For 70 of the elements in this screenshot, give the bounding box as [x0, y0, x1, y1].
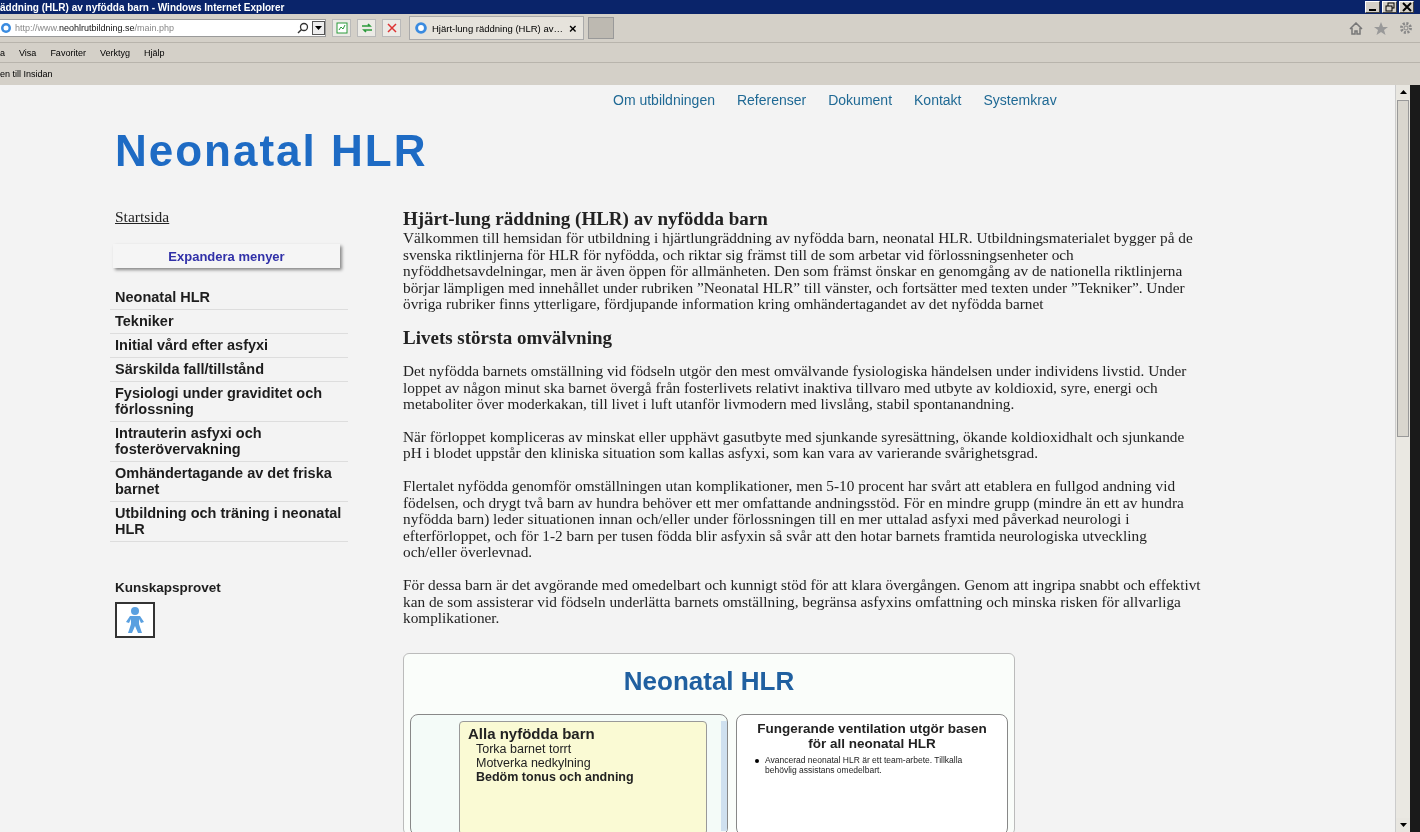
close-icon — [1401, 2, 1412, 12]
address-field[interactable]: http://www.neohlrutbildning.se/main.php — [0, 19, 326, 37]
stop-button[interactable] — [382, 19, 401, 37]
restore-icon — [1384, 2, 1395, 12]
section-heading: Livets största omvälvning — [403, 326, 613, 349]
minimize-icon — [1369, 9, 1376, 11]
section-heading: Hjärt-lung räddning (HLR) av nyfödda barn — [403, 208, 769, 230]
browser-logo-icon — [414, 21, 428, 35]
menu-item[interactable]: a — [0, 47, 12, 58]
menu-item[interactable]: Verktyg — [99, 47, 137, 58]
nav-link[interactable]: Referenser — [736, 92, 807, 114]
close-button[interactable] — [1399, 1, 1414, 13]
caret-down-icon — [1399, 823, 1407, 827]
dropdown-button[interactable] — [312, 21, 325, 35]
sidebar-menu-item[interactable]: Initial vård efter asfyxi — [110, 334, 348, 358]
sidebar-menu-item[interactable]: Intrauterin asfyxi och fosterövervakning — [110, 422, 348, 462]
compatibility-view-button[interactable] — [332, 19, 351, 37]
home-icon[interactable] — [1349, 21, 1363, 35]
paragraph: Det nyfödda barnets omställning vid födseln utgör den mest omvälvande fysiologiska händelsen under individens livstid. Under loppet av någon minut ska barnet övergå från fosterlivets relativt inaktiva tillvaro med utbyte av koldioxid, syre, energi och metaboliter över moderkakan, till livet i luft utanför livmodern med livslång, stabil spontanandning. — [403, 362, 1188, 413]
paragraph: För dessa barn är det avgörande med omedelbart och kunnigt stöd för att klara övergången. Genom att ingripa snabbt och effektivt kan de som assisterar vid födseln underlätta barnets omställning, begränsa asfyxins omfattning och minska risken för allvarliga komplikationer. — [403, 576, 1202, 627]
paragraph: När förloppet kompliceras av minskat eller upphävt gasutbyte med sjunkande syresättning, ökande koldioxidhalt och sjunkande pH i blodet uppstår den kliniska situation som kallas asfyxi, som kan vara av varierande svårighetsgrad. — [403, 428, 1186, 462]
home-link[interactable]: Startsida — [115, 208, 170, 226]
url-text: http://www.neohlrutbildning.se/main.php — [15, 23, 176, 33]
step-line: Motverka nedkylning — [475, 755, 592, 770]
step-line: Torka barnet torrt — [475, 741, 573, 756]
restore-button[interactable] — [1382, 1, 1397, 13]
close-tab-button[interactable]: × — [566, 21, 579, 35]
sidebar-menu-item[interactable]: Utbildning och träning i neonatal HLR — [110, 502, 348, 542]
sidebar-menu-item[interactable]: Omhändertagande av det friska barnet — [110, 462, 348, 502]
star-icon[interactable] — [1374, 21, 1388, 35]
quiz-button[interactable] — [115, 602, 155, 638]
site-logo: Neonatal HLR — [114, 125, 429, 177]
scroll-thumb[interactable] — [1397, 100, 1409, 437]
sidebar-menu-item[interactable]: Särskilda fall/tillstånd — [110, 358, 348, 382]
step-heading: Alla nyfödda barn — [468, 724, 596, 742]
scrollbar[interactable] — [1395, 85, 1410, 832]
paragraph: Välkommen till hemsidan för utbildning i hjärtlungräddning av nyfödda barn, neonatal HLR. Utbildningsmaterialet bygger på de svenska riktlinjerna för HLR för nyfödda, och riktar sig främst till de som arbetar vid förlossningsenheter och nyföddhetsavdelningar, men är även öppen för allmänheten. Den som främst önskar en genomgång av de nationella riktlinjerna börjar lämpligen med innehållet under rubriken ”Neonatal HLR” till vänster, och fortsätter med texten under ”Tekniker”. Under övriga rubriker finns ytterligare, fördjupande information kring omhändertagandet av det nyfödda barnet — [403, 230, 1194, 313]
quiz-label: Kunskapsprovet — [115, 580, 221, 595]
nav-link[interactable]: Om utbildningen — [613, 92, 715, 114]
page-chart-icon — [335, 22, 348, 34]
menu-item[interactable]: Visa — [19, 47, 44, 58]
nav-link[interactable]: Dokument — [828, 92, 893, 114]
caret-up-icon — [1399, 90, 1407, 94]
person-figure-icon — [123, 606, 147, 634]
sidebar-menu-item[interactable]: Tekniker — [110, 310, 348, 334]
close-icon — [386, 23, 397, 33]
browser-logo-icon — [0, 22, 12, 34]
sidebar-menu-item[interactable]: Fysiologi under graviditet och förlossning — [110, 382, 348, 422]
refresh-icon — [359, 22, 374, 34]
browser-tab[interactable]: Hjärt-lung räddning (HLR) av… × — [409, 16, 584, 40]
menu-item[interactable]: Favoriter — [50, 47, 93, 58]
search-icon — [297, 22, 309, 34]
paragraph: Flertalet nyfödda genomför omställningen utan komplikationer, men 5-10 procent har svårt att etablera en fullgod andning vid födelsen, och drygt två barn av hundra behöver ett mer omfattande andningsstöd. För en mindre grupp (mindre än ett av hundra nyfödda barn) leder situationen innan och/eller under förlossningen till en mer uttalad asfyxi med påverkad neurologi i efterförloppet, och för 1-2 barn per tusen födda blir asfyxin så svår att den hotar barnets framtida neurologiska utveckling och/eller överlevnad. — [403, 477, 1185, 561]
caret-icon — [315, 26, 322, 30]
window-title: äddning (HLR) av nyfödda barn - Windows Internet Explorer — [0, 1, 285, 13]
favorites-link[interactable]: en till Insidan — [0, 69, 60, 79]
menu-item[interactable]: Hjälp — [143, 47, 172, 58]
sidebar-menu-item[interactable]: Neonatal HLR — [110, 286, 348, 310]
settings-icon[interactable] — [1399, 21, 1413, 35]
bullet-dot — [755, 758, 759, 763]
diagram-title: Neonatal HLR — [622, 664, 796, 698]
bullet-text: Avancerad neonatal HLR är ett team-arbete. Tillkalla behövlig assistans omedelbart. — [765, 754, 964, 775]
tab-title: Hjärt-lung räddning (HLR) av… — [432, 22, 563, 34]
nav-link[interactable]: Kontakt — [914, 92, 962, 114]
step-line: Bedöm tonus och andning — [475, 769, 635, 784]
expand-menus-button[interactable]: Expandera menyer — [113, 244, 340, 268]
box-heading: Fungerande ventilation utgör basen för all neonatal HLR — [756, 719, 988, 753]
minimize-button[interactable] — [1365, 1, 1380, 13]
refresh-button[interactable] — [357, 19, 376, 37]
nav-link[interactable]: Systemkrav — [983, 92, 1057, 114]
